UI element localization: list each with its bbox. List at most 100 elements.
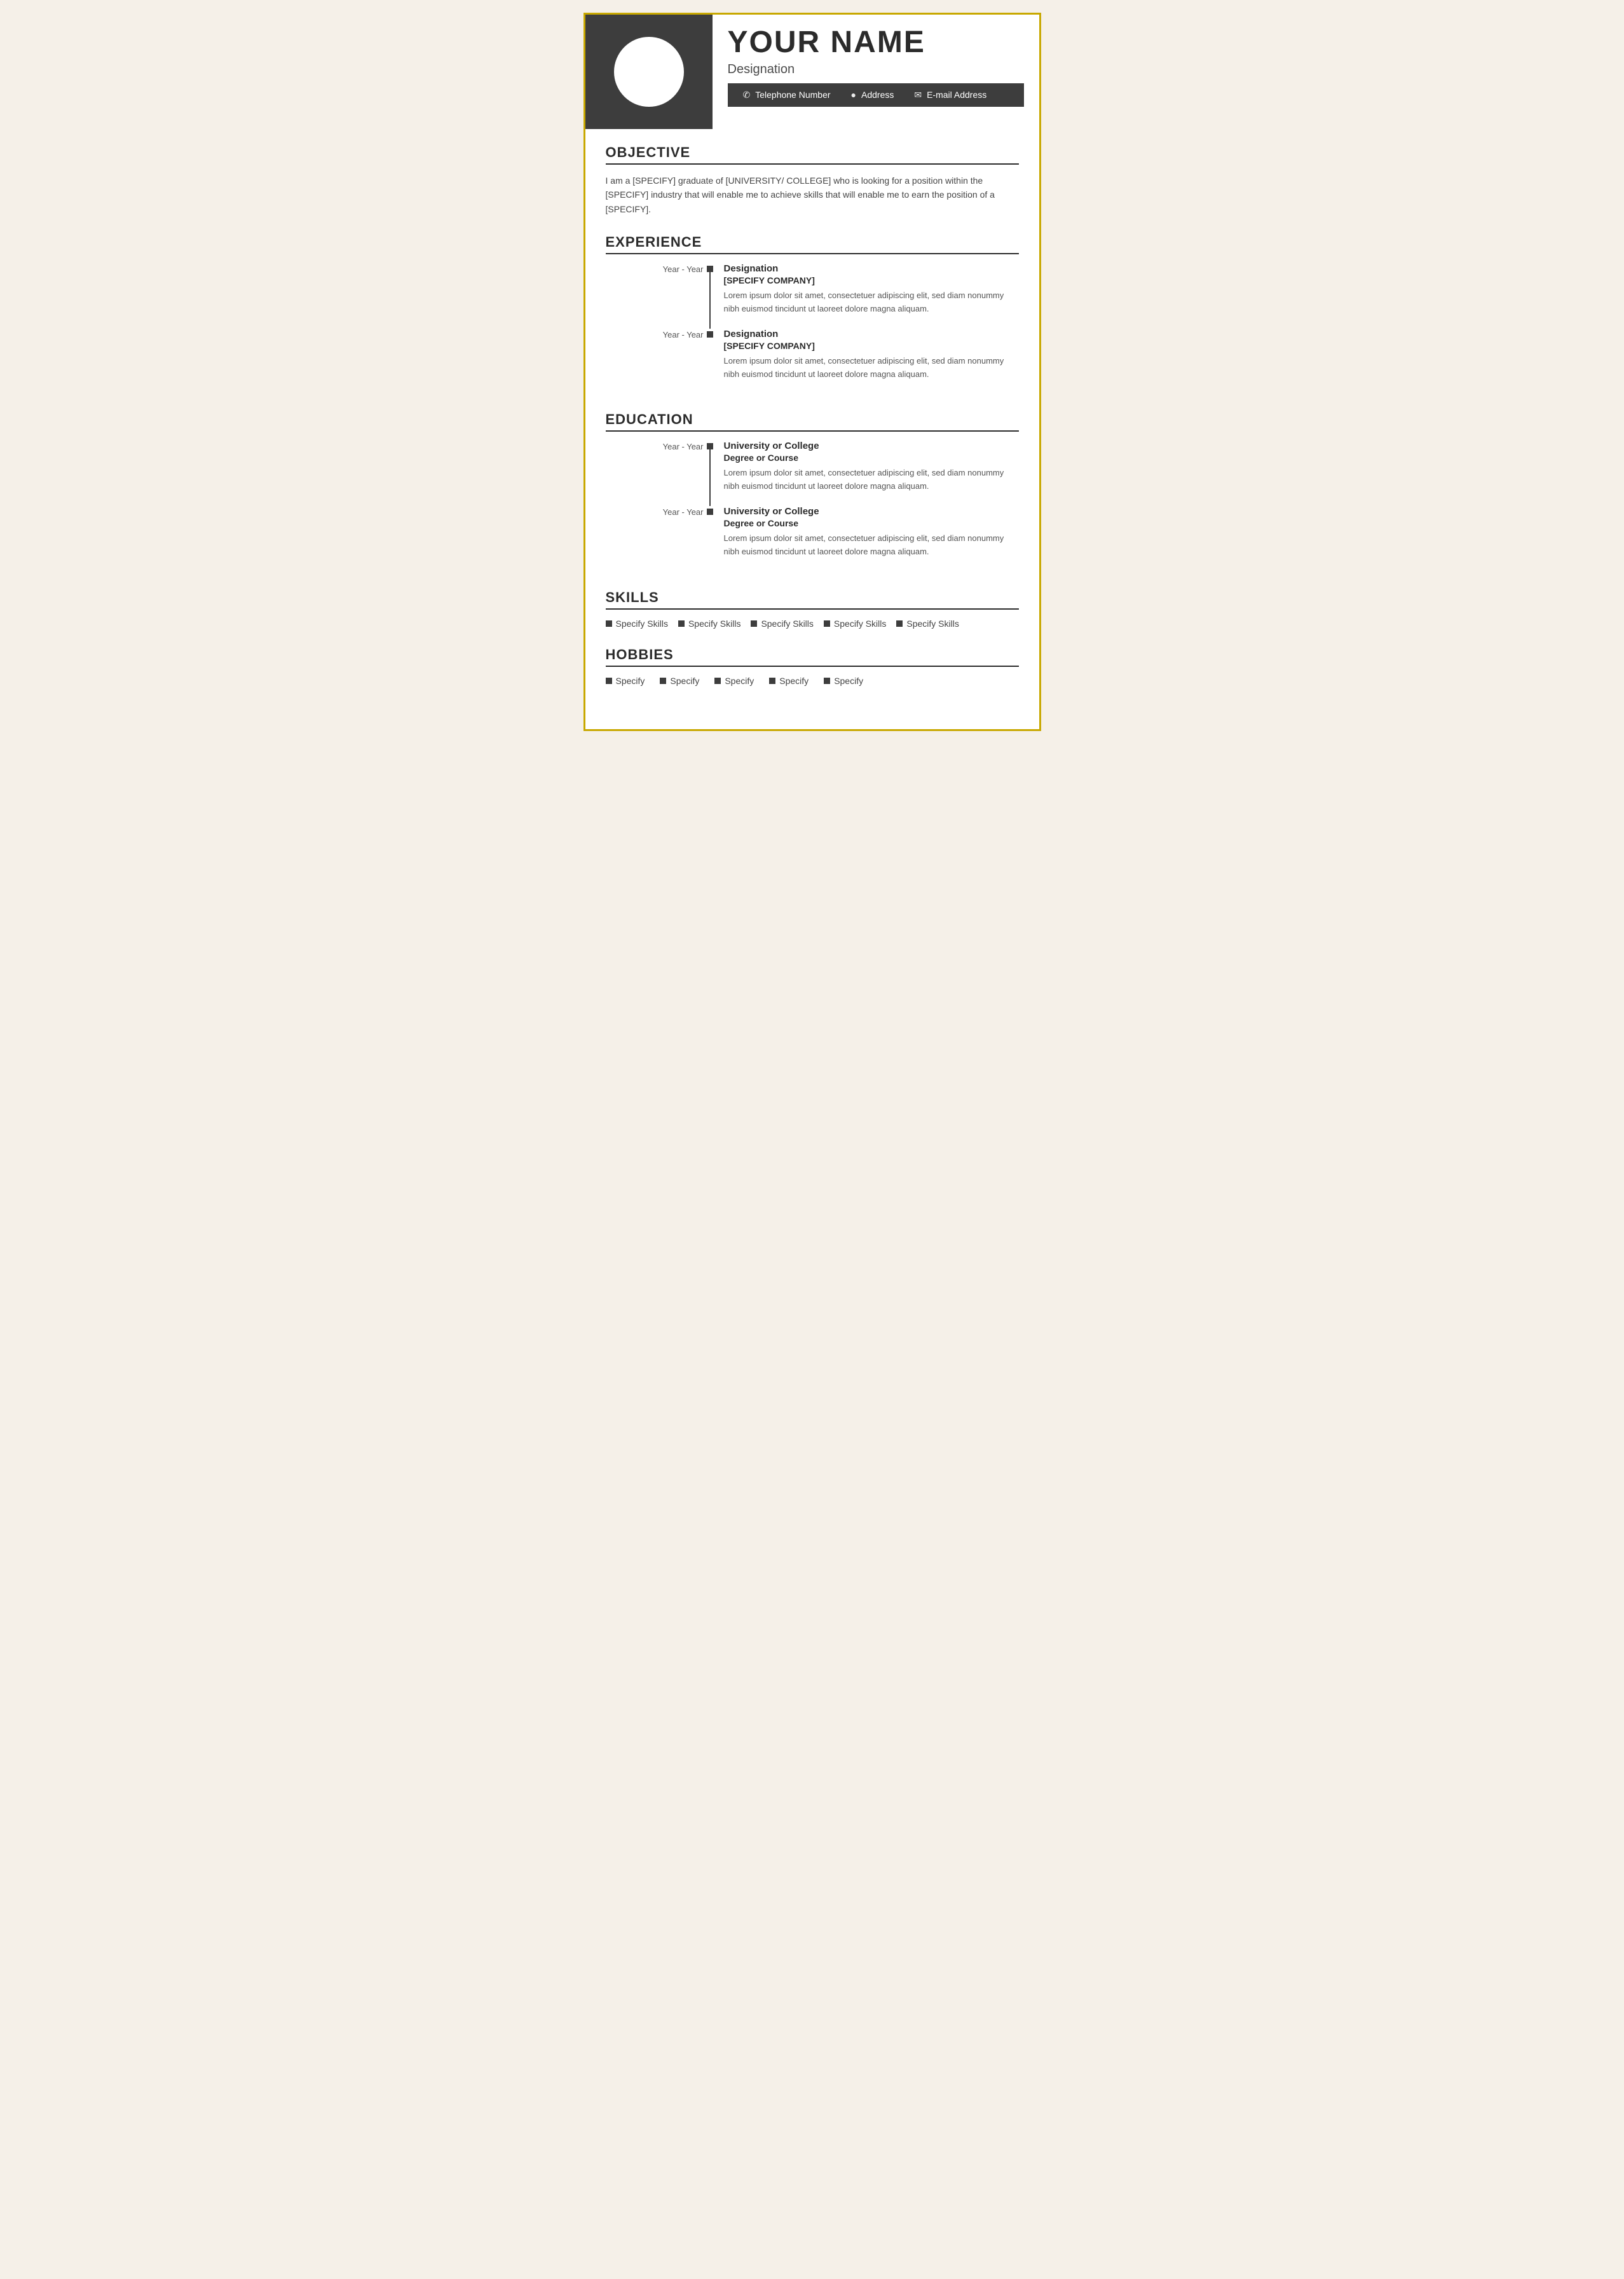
education-institution-1: University or College bbox=[724, 441, 1019, 451]
edu-timeline-vline-1 bbox=[709, 449, 711, 506]
phone-text: Telephone Number bbox=[755, 90, 830, 100]
skill-bullet-4 bbox=[824, 620, 830, 627]
timeline-vline-1 bbox=[709, 272, 711, 329]
experience-timeline: Year - Year Designation [SPECIFY COMPANY… bbox=[606, 263, 1019, 394]
education-years-1: Year - Year bbox=[663, 442, 704, 451]
skills-title: SKILLS bbox=[606, 589, 1019, 610]
experience-company-2: [SPECIFY COMPANY] bbox=[724, 341, 1019, 351]
hobby-item-1: Specify bbox=[606, 676, 645, 686]
experience-years-1: Year - Year bbox=[663, 264, 704, 274]
experience-desc-2: Lorem ipsum dolor sit amet, consectetuer… bbox=[724, 355, 1019, 381]
edu-timeline-line-2 bbox=[706, 506, 714, 571]
skill-label-4: Specify Skills bbox=[834, 619, 886, 629]
experience-title: EXPERIENCE bbox=[606, 234, 1019, 254]
phone-icon: ✆ bbox=[743, 90, 751, 100]
education-desc-1: Lorem ipsum dolor sit amet, consectetuer… bbox=[724, 467, 1019, 493]
edu-timeline-line-1 bbox=[706, 441, 714, 506]
experience-designation-1: Designation bbox=[724, 263, 1019, 274]
hobby-bullet-5 bbox=[824, 678, 830, 684]
experience-section: EXPERIENCE Year - Year Designation [SPEC… bbox=[606, 234, 1019, 394]
objective-section: OBJECTIVE I am a [SPECIFY] graduate of [… bbox=[606, 144, 1019, 216]
address-text: Address bbox=[861, 90, 894, 100]
education-years-2: Year - Year bbox=[663, 507, 704, 517]
experience-entry-1: Year - Year Designation [SPECIFY COMPANY… bbox=[606, 263, 1019, 329]
hobby-label-3: Specify bbox=[725, 676, 754, 686]
skills-section: SKILLS Specify Skills Specify Skills Spe… bbox=[606, 589, 1019, 629]
hobby-label-4: Specify bbox=[779, 676, 809, 686]
education-title: EDUCATION bbox=[606, 411, 1019, 432]
experience-left-1: Year - Year bbox=[606, 263, 714, 329]
hobby-bullet-3 bbox=[714, 678, 721, 684]
skill-bullet-5 bbox=[896, 620, 903, 627]
hobby-bullet-1 bbox=[606, 678, 612, 684]
contact-email: ✉ E-mail Address bbox=[914, 90, 986, 100]
education-right-2: University or College Degree or Course L… bbox=[714, 506, 1019, 571]
address-icon: ● bbox=[851, 90, 856, 100]
profile-photo bbox=[614, 37, 684, 107]
resume-designation: Designation bbox=[728, 62, 1024, 77]
hobby-item-4: Specify bbox=[769, 676, 809, 686]
objective-title: OBJECTIVE bbox=[606, 144, 1019, 165]
email-icon: ✉ bbox=[914, 90, 922, 100]
skill-item-1: Specify Skills bbox=[606, 619, 668, 629]
timeline-dot-2 bbox=[707, 331, 713, 338]
hobby-item-5: Specify bbox=[824, 676, 863, 686]
education-degree-1: Degree or Course bbox=[724, 453, 1019, 463]
experience-entry-2: Year - Year Designation [SPECIFY COMPANY… bbox=[606, 329, 1019, 394]
education-left-2: Year - Year bbox=[606, 506, 714, 571]
experience-designation-2: Designation bbox=[724, 329, 1019, 339]
skill-item-2: Specify Skills bbox=[678, 619, 740, 629]
resume-page: YOUR NAME Designation ✆ Telephone Number… bbox=[583, 13, 1041, 731]
education-degree-2: Degree or Course bbox=[724, 518, 1019, 528]
hobby-item-2: Specify bbox=[660, 676, 699, 686]
email-text: E-mail Address bbox=[927, 90, 986, 100]
header: YOUR NAME Designation ✆ Telephone Number… bbox=[585, 15, 1039, 129]
education-section: EDUCATION Year - Year University or Coll… bbox=[606, 411, 1019, 571]
header-info: YOUR NAME Designation ✆ Telephone Number… bbox=[713, 15, 1039, 129]
timeline-line-1 bbox=[706, 263, 714, 329]
education-desc-2: Lorem ipsum dolor sit amet, consectetuer… bbox=[724, 532, 1019, 559]
experience-right-2: Designation [SPECIFY COMPANY] Lorem ipsu… bbox=[714, 329, 1019, 394]
skill-bullet-2 bbox=[678, 620, 685, 627]
experience-years-2: Year - Year bbox=[663, 330, 704, 339]
skill-bullet-1 bbox=[606, 620, 612, 627]
experience-desc-1: Lorem ipsum dolor sit amet, consectetuer… bbox=[724, 289, 1019, 316]
objective-text: I am a [SPECIFY] graduate of [UNIVERSITY… bbox=[606, 174, 1019, 216]
hobby-label-5: Specify bbox=[834, 676, 863, 686]
skill-label-3: Specify Skills bbox=[761, 619, 813, 629]
edu-timeline-dot-1 bbox=[707, 443, 713, 449]
hobby-label-2: Specify bbox=[670, 676, 699, 686]
timeline-dot-1 bbox=[707, 266, 713, 272]
timeline-line-2 bbox=[706, 329, 714, 394]
education-right-1: University or College Degree or Course L… bbox=[714, 441, 1019, 506]
skill-item-3: Specify Skills bbox=[751, 619, 813, 629]
skills-list: Specify Skills Specify Skills Specify Sk… bbox=[606, 619, 1019, 629]
experience-right-1: Designation [SPECIFY COMPANY] Lorem ipsu… bbox=[714, 263, 1019, 329]
hobbies-title: HOBBIES bbox=[606, 647, 1019, 667]
photo-block bbox=[585, 15, 713, 129]
skill-item-4: Specify Skills bbox=[824, 619, 886, 629]
contact-phone: ✆ Telephone Number bbox=[743, 90, 831, 100]
education-timeline: Year - Year University or College Degree… bbox=[606, 441, 1019, 571]
resume-name: YOUR NAME bbox=[728, 26, 1024, 60]
education-entry-2: Year - Year University or College Degree… bbox=[606, 506, 1019, 571]
experience-company-1: [SPECIFY COMPANY] bbox=[724, 275, 1019, 285]
education-left-1: Year - Year bbox=[606, 441, 714, 506]
edu-timeline-dot-2 bbox=[707, 509, 713, 515]
hobbies-section: HOBBIES Specify Specify Specify Specify bbox=[606, 647, 1019, 686]
hobbies-list: Specify Specify Specify Specify Specify bbox=[606, 676, 1019, 686]
education-institution-2: University or College bbox=[724, 506, 1019, 517]
hobby-bullet-4 bbox=[769, 678, 775, 684]
hobby-label-1: Specify bbox=[616, 676, 645, 686]
contact-address: ● Address bbox=[851, 90, 894, 100]
main-content: OBJECTIVE I am a [SPECIFY] graduate of [… bbox=[585, 129, 1039, 686]
skill-label-1: Specify Skills bbox=[616, 619, 668, 629]
education-entry-1: Year - Year University or College Degree… bbox=[606, 441, 1019, 506]
skill-item-5: Specify Skills bbox=[896, 619, 959, 629]
hobby-item-3: Specify bbox=[714, 676, 754, 686]
experience-left-2: Year - Year bbox=[606, 329, 714, 394]
hobby-bullet-2 bbox=[660, 678, 666, 684]
contact-bar: ✆ Telephone Number ● Address ✉ E-mail Ad… bbox=[728, 83, 1024, 107]
skill-label-5: Specify Skills bbox=[906, 619, 959, 629]
skill-label-2: Specify Skills bbox=[688, 619, 740, 629]
